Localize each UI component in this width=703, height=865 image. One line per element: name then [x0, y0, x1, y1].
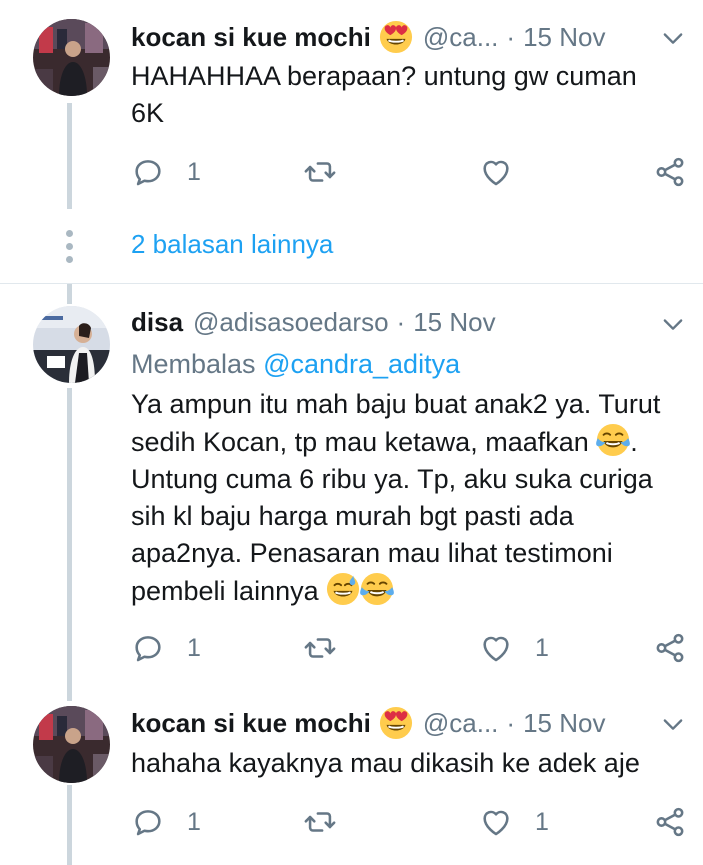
reply-count: 1 — [187, 633, 201, 662]
reply-icon — [131, 155, 165, 189]
like-count: 1 — [535, 807, 549, 836]
like-button[interactable] — [479, 152, 513, 192]
reply-icon — [131, 631, 165, 665]
share-button[interactable] — [653, 152, 687, 192]
tweet-actions: 1 1 — [131, 802, 691, 842]
avatar[interactable] — [33, 19, 110, 96]
retweet-icon — [303, 805, 337, 839]
tweet-text: hahaha kayaknya mau dikasih ke adek aje — [131, 748, 640, 778]
grinning-sweat-emoji-icon — [326, 572, 360, 606]
retweet-icon — [303, 631, 337, 665]
user-handle[interactable]: @ca... — [423, 17, 499, 57]
replying-to-line: Membalas @candra_aditya — [131, 346, 669, 383]
share-button[interactable] — [653, 802, 687, 842]
separator-dot: · — [506, 22, 516, 52]
avatar[interactable] — [33, 706, 110, 783]
mention-link[interactable]: @candra_aditya — [263, 349, 460, 379]
tweet-actions: 1 — [131, 152, 691, 192]
reply-button[interactable]: 1 — [131, 802, 201, 842]
tweet-date[interactable]: 15 Nov — [523, 17, 605, 57]
more-replies-link[interactable]: 2 balasan lainnya — [131, 229, 333, 260]
chevron-down-icon[interactable] — [659, 710, 687, 738]
tears-of-joy-emoji-icon — [596, 423, 630, 457]
tweet[interactable]: kocan si kue mochi @ca... · 15 Nov HAHAH… — [0, 0, 703, 283]
separator-dot: · — [396, 307, 406, 337]
tweet-text: HAHAHHAA berapaan? untung gw cuman 6K — [131, 61, 637, 128]
tears-of-joy-emoji-icon — [360, 572, 394, 606]
display-name[interactable]: kocan si kue mochi — [131, 703, 371, 743]
retweet-icon — [303, 155, 337, 189]
separator-dot: · — [506, 708, 516, 738]
reply-thread: kocan si kue mochi @ca... · 15 Nov HAHAH… — [0, 0, 703, 865]
user-handle[interactable]: @ca... — [423, 703, 499, 743]
thread-line — [67, 689, 72, 701]
avatar[interactable] — [33, 306, 110, 383]
reply-count: 1 — [187, 157, 201, 186]
tweet-text-part: Ya ampun itu mah baju buat anak2 ya. Tur… — [131, 389, 661, 457]
share-icon — [653, 155, 687, 189]
tweet-text: Ya ampun itu mah baju buat anak2 ya. Tur… — [131, 386, 669, 610]
heart-icon — [479, 155, 513, 189]
tweet[interactable]: disa @adisasoedarso · 15 Nov Membalas @c… — [0, 284, 703, 689]
heart-icon — [479, 631, 513, 665]
display-name[interactable]: kocan si kue mochi — [131, 17, 371, 57]
heart-icon — [479, 805, 513, 839]
like-button[interactable]: 1 — [479, 628, 549, 668]
reply-button[interactable]: 1 — [131, 152, 201, 192]
chevron-down-icon[interactable] — [659, 24, 687, 52]
replying-to-label: Membalas — [131, 349, 256, 379]
tweet-date[interactable]: 15 Nov — [413, 302, 495, 342]
like-button[interactable]: 1 — [479, 802, 549, 842]
thread-line — [67, 103, 72, 209]
share-icon — [653, 805, 687, 839]
thread-line — [67, 388, 72, 689]
display-name[interactable]: disa — [131, 302, 183, 342]
reply-count: 1 — [187, 807, 201, 836]
reply-icon — [131, 805, 165, 839]
retweet-button[interactable] — [303, 802, 337, 842]
tweet[interactable]: kocan si kue mochi @ca... · 15 Nov hahah… — [0, 689, 703, 865]
thread-line — [67, 785, 72, 865]
heart-eyes-emoji-icon — [379, 706, 413, 740]
retweet-button[interactable] — [303, 152, 337, 192]
reply-button[interactable]: 1 — [131, 628, 201, 668]
tweet-actions: 1 1 — [131, 628, 691, 668]
tweet-date[interactable]: 15 Nov — [523, 703, 605, 743]
chevron-down-icon[interactable] — [659, 310, 687, 338]
share-icon — [653, 631, 687, 665]
thread-line — [67, 284, 72, 304]
like-count: 1 — [535, 633, 549, 662]
more-replies-dots — [66, 230, 74, 269]
heart-eyes-emoji-icon — [379, 20, 413, 54]
user-handle[interactable]: @adisasoedarso — [193, 302, 389, 342]
retweet-button[interactable] — [303, 628, 337, 668]
share-button[interactable] — [653, 628, 687, 668]
